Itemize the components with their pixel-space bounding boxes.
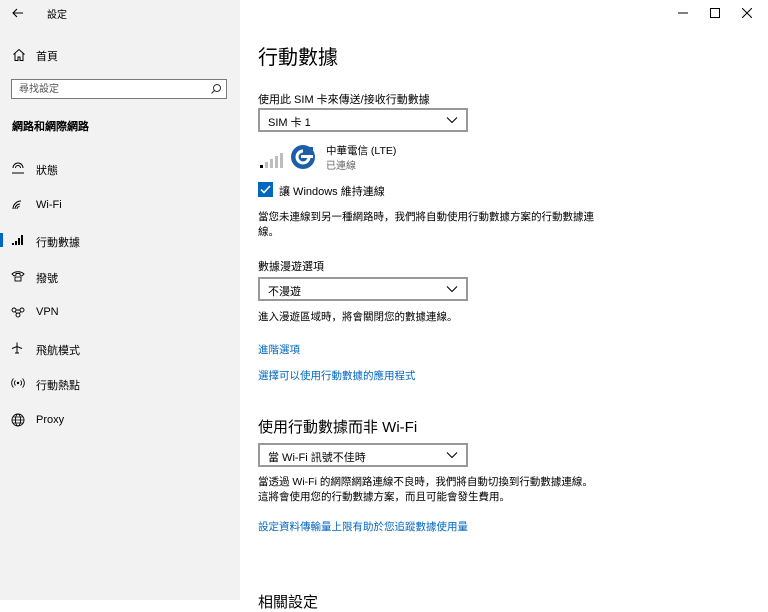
sidebar-item-label: 狀態	[36, 165, 58, 177]
back-arrow-icon	[12, 8, 23, 18]
sidebar-item-label: Proxy	[36, 414, 65, 426]
section-title: 網路和網際網路	[12, 121, 89, 133]
sidebar-item-label: Wi-Fi	[36, 199, 62, 211]
carrier-logo-icon	[291, 145, 315, 169]
roaming-dropdown[interactable]: 不漫遊	[258, 277, 468, 301]
wifi-icon	[12, 200, 22, 210]
search-icon[interactable]	[210, 83, 222, 95]
wifi-section-heading: 使用行動數據而非 Wi-Fi	[258, 419, 418, 436]
chevron-down-icon	[446, 286, 458, 293]
app-title: 設定	[47, 10, 67, 21]
cellular-icon	[12, 235, 23, 245]
close-button[interactable]	[724, 0, 768, 26]
sidebar-item-label: VPN	[36, 306, 59, 318]
home-nav-item[interactable]: 首頁	[0, 44, 240, 66]
roaming-description: 進入漫遊區域時，將會關閉您的數據連線。	[258, 311, 458, 323]
sidebar-item-vpn[interactable]: VPN	[0, 300, 240, 324]
choose-apps-link[interactable]: 選擇可以使用行動數據的應用程式	[258, 368, 416, 383]
back-button[interactable]	[7, 3, 29, 23]
globe-icon	[11, 413, 25, 427]
advanced-options-link[interactable]: 進階選項	[258, 342, 300, 357]
main-content: 行動數據 使用此 SIM 卡來傳送/接收行動數據 SIM 卡 1 中華電信 (L…	[240, 0, 768, 611]
airplane-icon	[11, 342, 23, 354]
home-label: 首頁	[36, 51, 58, 63]
dialup-icon	[11, 271, 25, 282]
minimize-icon	[678, 12, 688, 14]
use-cellular-dropdown-value: 當 Wi-Fi 訊號不佳時	[268, 452, 366, 464]
sidebar-item-hotspot[interactable]: 行動熱點	[0, 371, 240, 395]
data-limit-link[interactable]: 設定資料傳輸量上限有助於您追蹤數據使用量	[258, 519, 468, 534]
checkmark-icon	[260, 185, 271, 194]
sim-dropdown-value: SIM 卡 1	[268, 117, 311, 129]
sidebar-item-label: 飛航模式	[36, 345, 80, 357]
sidebar-item-label: 行動數據	[36, 237, 80, 249]
selected-indicator	[0, 233, 3, 247]
keep-connected-label[interactable]: 讓 Windows 維持連線	[279, 183, 385, 199]
sidebar-item-label: 行動熱點	[36, 380, 80, 392]
use-cellular-dropdown[interactable]: 當 Wi-Fi 訊號不佳時	[258, 443, 468, 467]
sidebar-item-wifi[interactable]: Wi-Fi	[0, 193, 240, 217]
sidebar-item-status[interactable]: 狀態	[0, 156, 240, 180]
carrier-info: 中華電信 (LTE) 已連線	[258, 142, 558, 172]
carrier-status: 已連線	[326, 161, 356, 172]
title-bar-left: 設定	[0, 0, 240, 26]
maximize-icon	[710, 8, 720, 18]
use-cellular-description: 當透過 Wi-Fi 的網際網路連線不良時，我們將自動切換到行動數據連線。這將會使…	[258, 476, 593, 503]
chevron-down-icon	[446, 452, 458, 459]
home-icon	[13, 48, 25, 61]
sidebar: 設定 首頁 網路和網際網路 狀態 Wi-Fi	[0, 0, 240, 600]
sidebar-item-dialup[interactable]: 撥號	[0, 264, 240, 288]
carrier-name: 中華電信 (LTE)	[326, 145, 397, 157]
close-icon	[742, 8, 752, 18]
roaming-dropdown-value: 不漫遊	[268, 286, 301, 298]
page-title: 行動數據	[258, 47, 338, 69]
related-settings-heading: 相關設定	[258, 594, 319, 611]
sim-label: 使用此 SIM 卡來傳送/接收行動數據	[258, 94, 430, 106]
sidebar-item-airplane[interactable]: 飛航模式	[0, 336, 240, 360]
chevron-down-icon	[446, 117, 458, 124]
status-icon	[12, 162, 24, 174]
search-input[interactable]	[19, 82, 199, 96]
sim-dropdown[interactable]: SIM 卡 1	[258, 108, 468, 132]
roaming-label: 數據漫遊選項	[258, 261, 324, 273]
search-box[interactable]	[11, 79, 227, 99]
keep-connected-description: 當您未連線到另一種網路時，我們將自動使用行動數據方案的行動數據連線。	[258, 211, 594, 238]
sidebar-item-cellular[interactable]: 行動數據	[0, 228, 240, 252]
keep-connected-checkbox[interactable]	[258, 182, 273, 197]
vpn-icon	[11, 307, 25, 318]
sidebar-item-label: 撥號	[36, 273, 58, 285]
hotspot-icon	[11, 378, 25, 388]
sidebar-item-proxy[interactable]: Proxy	[0, 408, 240, 432]
signal-strength-icon	[260, 153, 283, 168]
